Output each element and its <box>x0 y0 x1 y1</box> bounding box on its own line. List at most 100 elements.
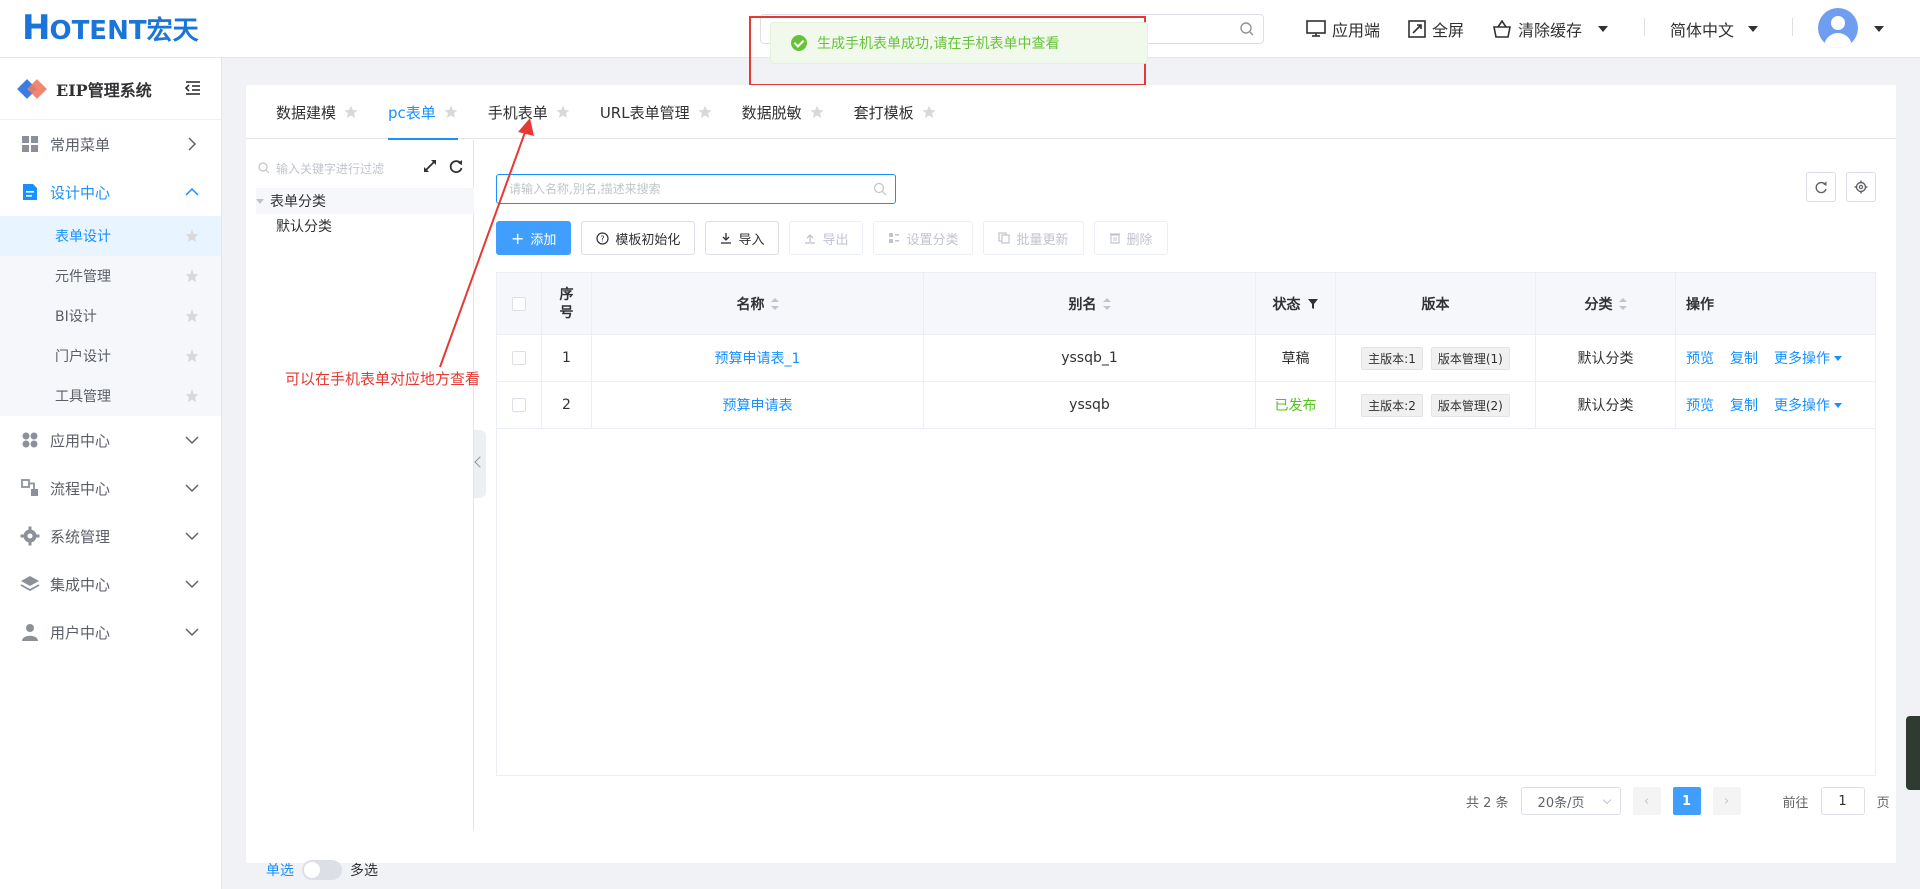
tab-label: 数据脱敏 <box>741 103 802 122</box>
filter-icon[interactable] <box>1307 298 1319 310</box>
more-ops-dropdown[interactable]: 更多操作 <box>1774 395 1842 415</box>
hotent-logo[interactable]: H OTENT宏天 <box>22 8 199 48</box>
sidebar-item-flow-center[interactable]: 流程中心 <box>0 464 221 512</box>
caret-down-icon <box>1598 26 1609 32</box>
tab-data-masking[interactable]: 数据脱敏 <box>742 85 824 139</box>
gear-icon <box>20 526 40 546</box>
main-version-tag: 主版本:2 <box>1361 393 1423 417</box>
form-name-link[interactable]: 预算申请表 <box>592 382 924 428</box>
add-button[interactable]: + 添加 <box>496 221 572 255</box>
tree-filter-input[interactable]: 输入关键字进行过滤 <box>258 158 418 178</box>
version-mgmt-button[interactable]: 版本管理(2) <box>1430 393 1510 417</box>
goto-page-input[interactable]: 1 <box>1820 787 1865 815</box>
sort-icon[interactable] <box>770 297 779 310</box>
row-select[interactable] <box>497 335 542 381</box>
menu-fold-icon[interactable] <box>185 80 201 96</box>
prev-page-button[interactable]: ‹ <box>1632 787 1661 815</box>
sidebar-item-common-menu[interactable]: 常用菜单 <box>0 120 221 168</box>
delete-button[interactable]: 删除 <box>1093 221 1168 255</box>
main-version-tag: 主版本:1 <box>1361 346 1423 370</box>
sort-icon[interactable] <box>1102 297 1111 310</box>
star-icon[interactable] <box>185 349 199 363</box>
header-category[interactable]: 分类 <box>1536 273 1676 334</box>
chevron-down-icon <box>185 436 199 445</box>
side-widget[interactable] <box>1906 716 1920 790</box>
settings-button[interactable] <box>1846 172 1876 202</box>
checkbox[interactable] <box>512 398 526 412</box>
clear-cache-button[interactable]: 清除缓存 <box>1492 16 1609 42</box>
table-row[interactable]: 1 预算申请表_1 yssqb_1 草稿 主版本:1 版本管理(1) 默认分类 … <box>497 335 1875 382</box>
preview-link[interactable]: 预览 <box>1686 395 1714 415</box>
panel-collapse-handle[interactable] <box>474 430 486 498</box>
next-page-button[interactable]: › <box>1712 787 1741 815</box>
avatar[interactable] <box>1818 8 1858 48</box>
star-icon[interactable] <box>556 105 570 119</box>
sidebar-sub-form-design[interactable]: 表单设计 <box>0 216 221 256</box>
header-select-all[interactable] <box>497 273 542 334</box>
row-select[interactable] <box>497 382 542 428</box>
caret-down-icon <box>1834 402 1842 408</box>
tree-node-root[interactable]: 表单分类 <box>256 188 474 214</box>
form-name-link[interactable]: 预算申请表_1 <box>592 335 924 381</box>
expand-all-icon[interactable] <box>422 158 438 174</box>
sidebar-item-system-mgmt[interactable]: 系统管理 <box>0 512 221 560</box>
sort-icon[interactable] <box>1618 297 1627 310</box>
batch-update-button[interactable]: 批量更新 <box>983 221 1084 255</box>
sidebar-sub-tool-mgmt[interactable]: 工具管理 <box>0 376 221 416</box>
checkbox[interactable] <box>512 296 526 311</box>
header-alias[interactable]: 别名 <box>924 273 1256 334</box>
select-mode-toggle[interactable] <box>302 860 342 880</box>
star-icon[interactable] <box>185 269 199 283</box>
copy-link[interactable]: 复制 <box>1730 395 1758 415</box>
star-icon[interactable] <box>185 309 199 323</box>
user-menu-caret-icon[interactable] <box>1874 26 1884 32</box>
tab-mobile-form[interactable]: 手机表单 <box>488 85 570 139</box>
tree-filter-placeholder: 输入关键字进行过滤 <box>276 161 385 176</box>
table-row[interactable]: 2 预算申请表 yssqb 已发布 主版本:2 版本管理(2) 默认分类 预览 … <box>497 382 1875 429</box>
sidebar-sub-component-mgmt[interactable]: 元件管理 <box>0 256 221 296</box>
sidebar-item-app-center[interactable]: 应用中心 <box>0 416 221 464</box>
sidebar-item-design-center[interactable]: 设计中心 <box>0 168 221 216</box>
refresh-button[interactable] <box>1806 172 1836 202</box>
cell-ops: 预览 复制 更多操作 <box>1676 382 1875 428</box>
refresh-icon[interactable] <box>448 158 464 174</box>
sidebar-sub-portal-design[interactable]: 门户设计 <box>0 336 221 376</box>
header-status[interactable]: 状态 <box>1256 273 1336 334</box>
app-client-button[interactable]: 应用端 <box>1306 16 1380 42</box>
form-search-input[interactable]: 请输入名称,别名,描述来搜索 <box>496 174 896 204</box>
tab-url-form[interactable]: URL表单管理 <box>600 85 712 139</box>
set-category-label: 设置分类 <box>906 232 959 248</box>
tab-data-modeling[interactable]: 数据建模 <box>276 85 358 139</box>
sidebar-item-user-center[interactable]: 用户中心 <box>0 608 221 656</box>
sidebar-sub-label: 元件管理 <box>55 269 111 285</box>
checkbox[interactable] <box>512 351 526 365</box>
star-icon[interactable] <box>698 105 712 119</box>
more-ops-dropdown[interactable]: 更多操作 <box>1774 348 1842 368</box>
preview-link[interactable]: 预览 <box>1686 348 1714 368</box>
star-icon[interactable] <box>344 105 358 119</box>
star-icon[interactable] <box>185 389 199 403</box>
sidebar-sub-bi-design[interactable]: BI设计 <box>0 296 221 336</box>
tree-node-default[interactable]: 默认分类 <box>276 216 332 236</box>
set-category-button[interactable]: 设置分类 <box>873 221 974 255</box>
language-select[interactable]: 简体中文 <box>1670 16 1759 42</box>
page-size-select[interactable]: 20条/页 <box>1520 787 1621 815</box>
avatar-head <box>1831 16 1845 30</box>
import-button[interactable]: 导入 <box>705 221 780 255</box>
page-number-current[interactable]: 1 <box>1672 787 1701 815</box>
content-panel: 数据建模 pc表单 手机表单 URL表单管理 数据脱敏 套打模板 输入关键字进行… <box>246 85 1896 880</box>
header-name[interactable]: 名称 <box>592 273 924 334</box>
tab-pc-form[interactable]: pc表单 <box>388 85 458 140</box>
template-init-button[interactable]: ? 模板初始化 <box>581 221 696 255</box>
star-icon[interactable] <box>922 105 936 119</box>
chevron-right-icon <box>188 137 197 151</box>
copy-link[interactable]: 复制 <box>1730 348 1758 368</box>
fullscreen-button[interactable]: 全屏 <box>1408 16 1464 42</box>
version-mgmt-button[interactable]: 版本管理(1) <box>1430 346 1510 370</box>
star-icon[interactable] <box>185 229 199 243</box>
tab-print-template[interactable]: 套打模板 <box>854 85 936 139</box>
export-button[interactable]: 导出 <box>789 221 864 255</box>
star-icon[interactable] <box>810 105 824 119</box>
sidebar-item-integration-center[interactable]: 集成中心 <box>0 560 221 608</box>
star-icon[interactable] <box>444 105 458 119</box>
